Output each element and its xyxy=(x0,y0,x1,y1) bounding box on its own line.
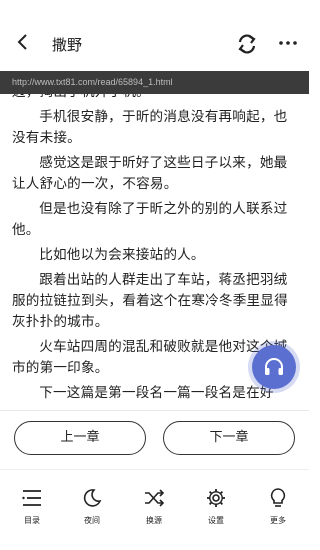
paragraph: 手机很安静，于昕的消息没有再响起，也没有未接。 xyxy=(12,109,288,146)
gear-icon xyxy=(207,489,225,507)
divider xyxy=(0,469,309,470)
more-button[interactable]: 更多 xyxy=(258,487,298,537)
refresh-icon xyxy=(238,34,256,54)
toc-button[interactable]: 目录 xyxy=(12,487,52,537)
listen-audio-button[interactable] xyxy=(252,345,296,389)
headphones-icon xyxy=(265,358,283,375)
list-icon xyxy=(22,490,41,506)
night-mode-label: 夜间 xyxy=(84,516,100,525)
prev-chapter-button[interactable]: 上一章 xyxy=(14,421,146,455)
night-mode-button[interactable]: 夜间 xyxy=(72,487,112,537)
more-options-button[interactable] xyxy=(276,31,300,55)
book-title: 撒野 xyxy=(52,36,83,54)
bulb-icon xyxy=(270,488,286,507)
top-bar: 撒野 xyxy=(0,0,309,70)
refresh-button[interactable] xyxy=(235,32,259,56)
settings-label: 设置 xyxy=(208,516,224,525)
settings-button[interactable]: 设置 xyxy=(196,487,236,537)
next-chapter-button[interactable]: 下一章 xyxy=(163,421,295,455)
change-source-button[interactable]: 换源 xyxy=(134,487,174,537)
chevron-left-icon xyxy=(17,34,27,50)
paragraph: 比如他以为会来接站的人。 xyxy=(39,247,205,263)
url-bar: http://www.txt81.com/read/65894_1.html xyxy=(0,71,309,94)
moon-icon xyxy=(83,489,102,507)
paragraph: 下一这篇是第一段名一篇一段名是在好 xyxy=(39,385,274,401)
more-label: 更多 xyxy=(270,516,286,525)
paragraph: 感觉这是跟于昕好了这些日子以来，她最让人舒心的一次，不容易。 xyxy=(12,155,288,192)
paragraph: 跟着出站的人群走出了车站，蒋丞把羽绒服的拉链拉到头，看着这个在寒冷冬季里显得灰扑… xyxy=(12,272,288,330)
bottom-panel: 上一章 下一章 目录 夜间 换源 设置 更多 xyxy=(0,410,309,550)
back-button[interactable] xyxy=(12,31,34,53)
more-dots-icon xyxy=(279,41,297,45)
shuffle-icon xyxy=(145,489,165,507)
toc-label: 目录 xyxy=(24,516,40,525)
change-source-label: 换源 xyxy=(146,516,162,525)
paragraph: 但是也没有除了于昕之外的别的人联系过他。 xyxy=(12,201,288,238)
